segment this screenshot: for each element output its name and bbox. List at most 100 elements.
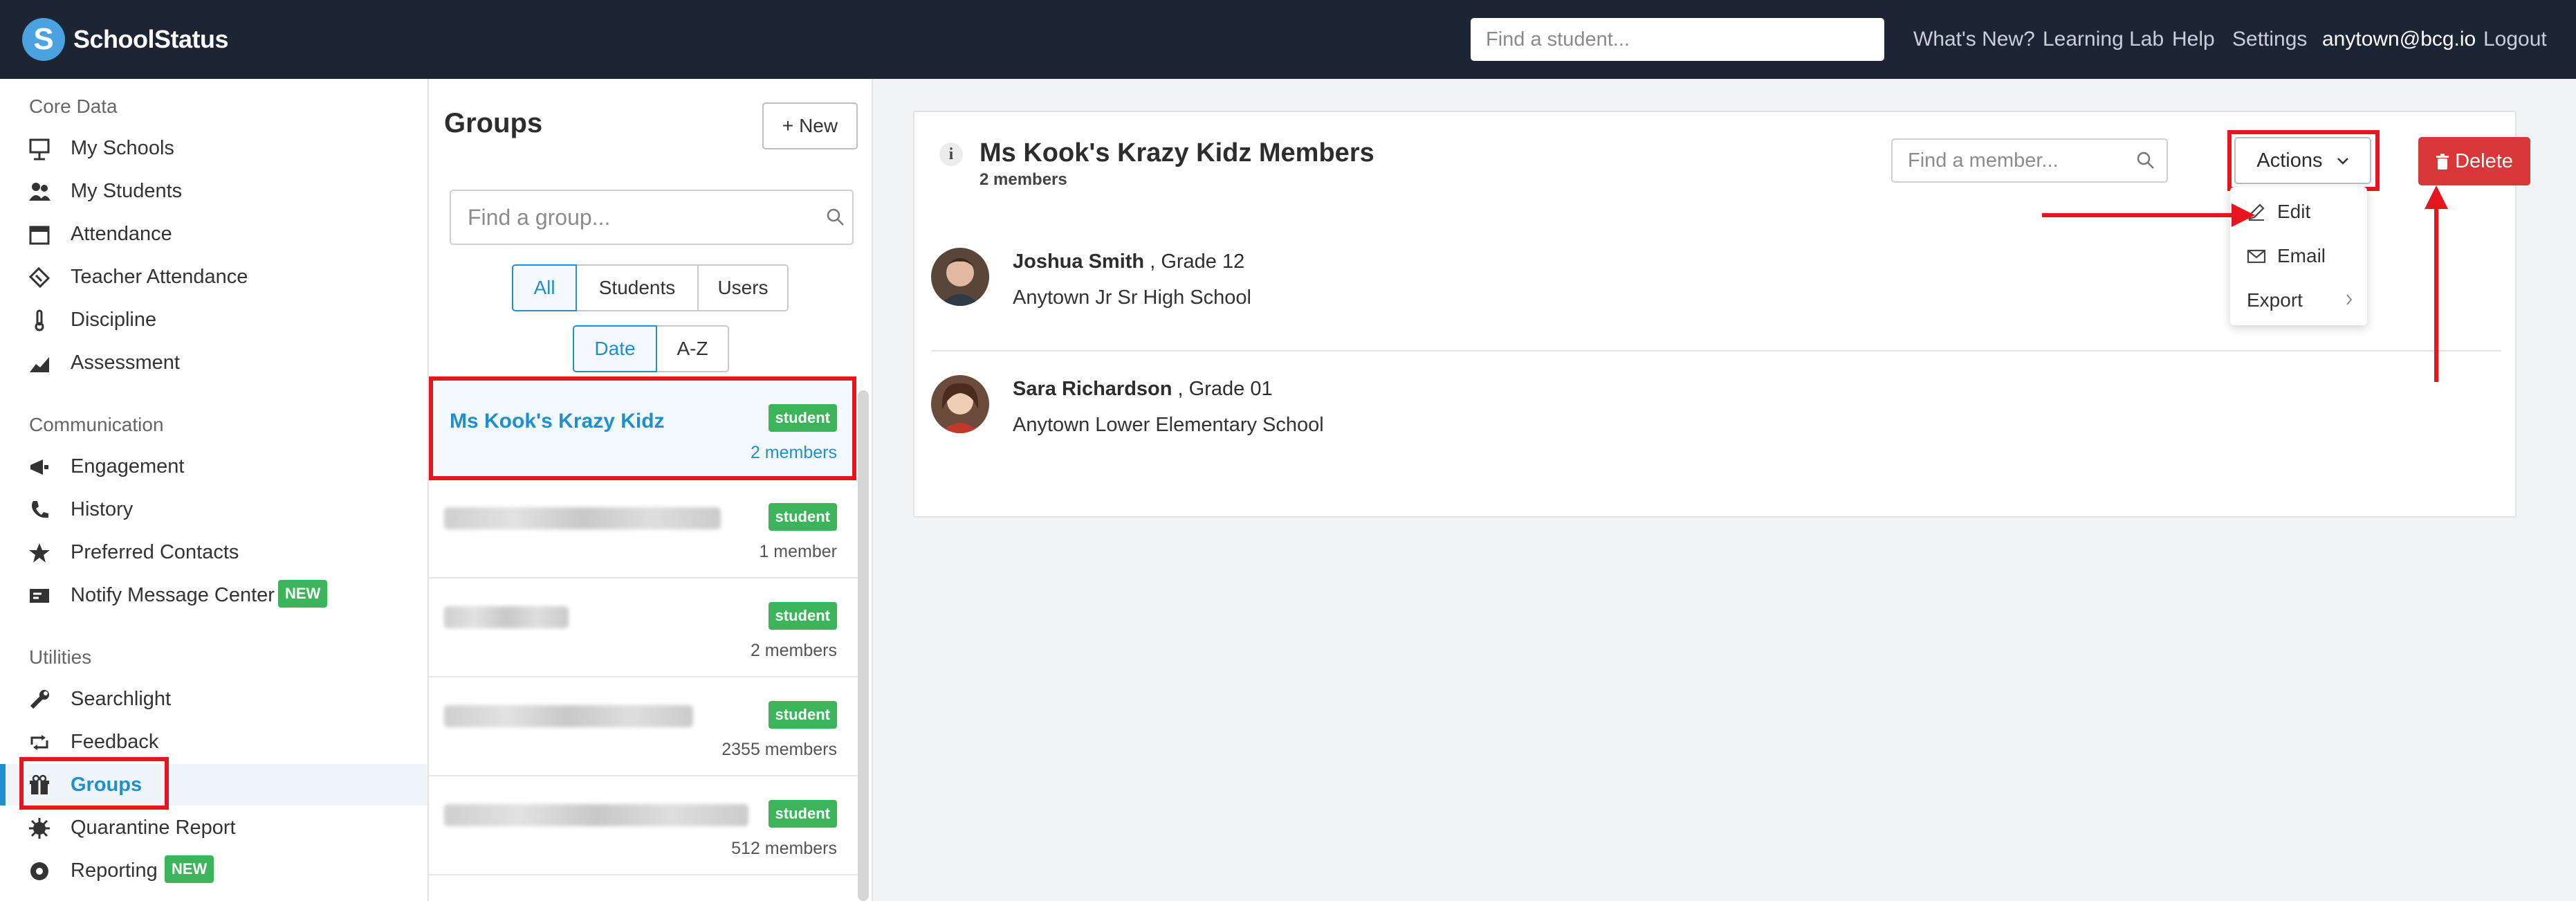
member-avatar (931, 375, 989, 433)
sidebar-item-label: Teacher Attendance (71, 266, 248, 288)
sidebar-item-label: Notify Message Center (71, 584, 275, 606)
easel-icon (28, 137, 51, 161)
schoolstatus-logo-icon[interactable]: S (22, 18, 65, 61)
sidebar-item-teacher-attendance[interactable]: Teacher Attendance (0, 256, 427, 298)
member-name-line: Joshua Smith , Grade 12 (1013, 251, 1244, 273)
sidebar-item-discipline[interactable]: Discipline (0, 299, 427, 340)
actions-dropdown-button[interactable]: Actions (2234, 137, 2371, 184)
sidebar-item-feedback[interactable]: Feedback (0, 721, 427, 763)
nav-link-help[interactable]: Help (2172, 28, 2215, 51)
gift-icon (28, 774, 51, 797)
group-row[interactable]: student 512 members (429, 776, 858, 875)
filter-all[interactable]: All (512, 264, 577, 311)
group-row[interactable]: student 1 member (429, 480, 858, 579)
sidebar-item-my-schools[interactable]: My Schools (0, 127, 427, 169)
sidebar-item-label: My Students (71, 180, 183, 202)
sidebar-item-history[interactable]: History (0, 489, 427, 530)
retweet-icon (28, 731, 51, 754)
group-member-count: 1 member (759, 542, 837, 561)
member-row[interactable]: Joshua Smith , Grade 12 Anytown Jr Sr Hi… (931, 248, 2501, 375)
sidebar-item-engagement[interactable]: Engagement (0, 446, 427, 487)
top-navigation-bar: S SchoolStatus What's New? Learning Lab … (0, 0, 2576, 79)
member-search-input[interactable] (1891, 138, 2168, 183)
sidebar-item-assessment[interactable]: Assessment (0, 342, 427, 383)
member-name[interactable]: Sara Richardson (1013, 378, 1172, 400)
nav-link-whats-new[interactable]: What's New? (1913, 28, 2035, 51)
filter-users[interactable]: Users (697, 264, 789, 311)
new-group-button-label: New (799, 115, 838, 136)
sidebar-item-label: Discipline (71, 309, 157, 331)
student-search-input[interactable] (1471, 18, 1884, 61)
group-type-badge: student (768, 701, 837, 729)
annotation-arrowhead-right-icon (2232, 203, 2255, 227)
group-members-count: 2 members (979, 170, 1067, 189)
new-badge: NEW (278, 580, 328, 608)
group-row[interactable]: student 2 members (429, 579, 858, 677)
sidebar-item-attendance[interactable]: Attendance (0, 213, 427, 255)
search-icon[interactable] (826, 208, 845, 227)
sidebar-item-my-students[interactable]: My Students (0, 170, 427, 212)
wrench-icon (28, 688, 51, 711)
nav-user-account[interactable]: anytown@bcg.io (2322, 28, 2476, 51)
sidebar-item-label: Preferred Contacts (71, 541, 239, 563)
filter-students[interactable]: Students (576, 264, 699, 311)
groups-list-scrollbar[interactable] (858, 390, 869, 901)
ticket-icon (28, 266, 51, 289)
new-badge: NEW (165, 855, 214, 883)
chart-icon (28, 352, 51, 375)
record-icon (28, 859, 51, 883)
sidebar-item-label: Reporting (71, 859, 158, 882)
brand-name[interactable]: SchoolStatus (73, 25, 229, 54)
sidebar-item-groups[interactable]: Groups (0, 764, 427, 806)
member-row[interactable]: Sara Richardson , Grade 01 Anytown Lower… (931, 375, 2501, 502)
star-icon (28, 541, 51, 565)
students-icon (28, 180, 51, 203)
group-row[interactable]: student 2355 members (429, 677, 858, 776)
calendar-icon (28, 223, 51, 246)
sidebar-item-notify-message-center[interactable]: Notify Message Center NEW (0, 574, 427, 616)
group-name-redacted (444, 804, 748, 826)
menu-item-label: Edit (2277, 201, 2311, 222)
sidebar-item-label: Assessment (71, 352, 180, 374)
sidebar-item-searchlight[interactable]: Searchlight (0, 678, 427, 720)
member-name[interactable]: Joshua Smith (1013, 251, 1144, 273)
megaphone-icon (28, 455, 51, 479)
sort-a-z[interactable]: A-Z (656, 325, 729, 372)
section-title-utilities: Utilities (29, 646, 92, 668)
sidebar-item-reporting[interactable]: Reporting NEW (0, 850, 427, 891)
info-icon[interactable]: i (939, 143, 963, 166)
groups-panel: Groups + New All Students Users Date A-Z… (427, 79, 873, 901)
trash-icon (2436, 153, 2449, 170)
annotation-arrow-to-delete (2434, 203, 2438, 382)
group-search-input[interactable] (450, 190, 854, 245)
message-icon (28, 584, 51, 608)
sidebar-item-label: History (71, 498, 134, 520)
group-type-badge: student (768, 602, 837, 630)
member-school: Anytown Lower Elementary School (1013, 414, 1324, 436)
group-name-redacted (444, 507, 721, 529)
delete-button-label: Delete (2455, 149, 2513, 172)
phone-icon (28, 498, 51, 522)
sidebar-item-preferred-contacts[interactable]: Preferred Contacts (0, 531, 427, 573)
member-avatar (931, 248, 989, 306)
group-member-count: 2 members (750, 641, 837, 660)
virus-icon (28, 817, 51, 840)
section-title-communication: Communication (29, 414, 164, 435)
new-group-button[interactable]: + New (762, 102, 858, 149)
group-type-badge: student (768, 404, 837, 432)
group-members-title: Ms Kook's Krazy Kidz Members (979, 138, 1374, 167)
sidebar-item-label: Groups (71, 774, 142, 796)
member-name-line: Sara Richardson , Grade 01 (1013, 378, 1273, 401)
delete-group-button[interactable]: Delete (2418, 137, 2530, 185)
nav-link-settings[interactable]: Settings (2232, 28, 2307, 51)
group-type-badge: student (768, 800, 837, 828)
group-row-selected[interactable]: Ms Kook's Krazy Kidz student 2 members (429, 381, 858, 480)
sort-date[interactable]: Date (573, 325, 657, 372)
nav-link-logout[interactable]: Logout (2483, 28, 2547, 51)
groups-panel-title: Groups (444, 108, 543, 138)
search-icon[interactable] (2136, 151, 2155, 170)
group-name-redacted (444, 606, 569, 628)
sidebar-item-quarantine-report[interactable]: Quarantine Report (0, 807, 427, 848)
group-member-count: 2355 members (721, 740, 837, 759)
nav-link-learning-lab[interactable]: Learning Lab (2043, 28, 2164, 51)
